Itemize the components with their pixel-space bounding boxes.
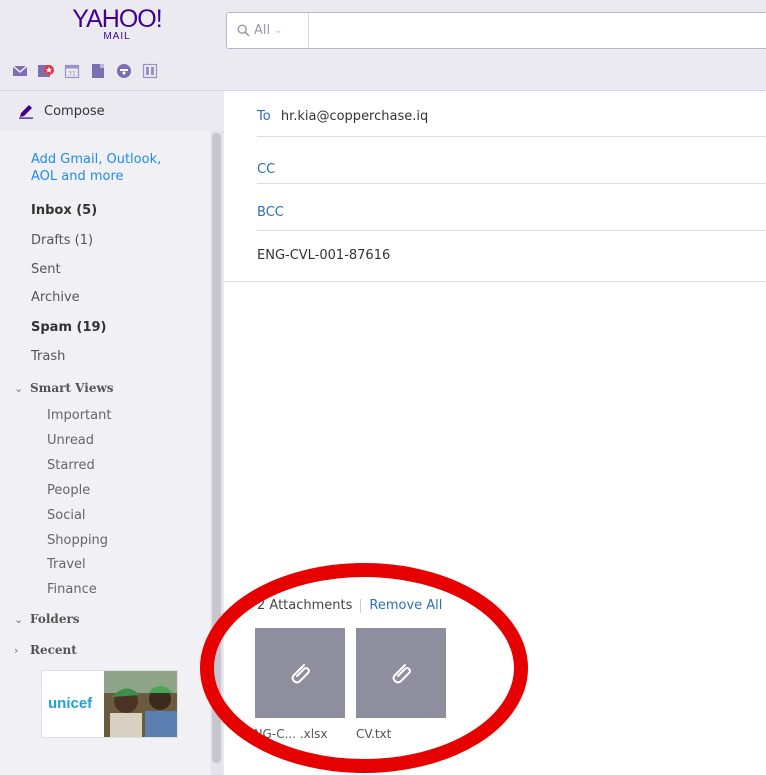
attachments-count: 2 Attachments bbox=[257, 598, 353, 613]
search-icon bbox=[237, 24, 250, 37]
smart-view-starred[interactable]: Starred bbox=[47, 457, 95, 474]
folder-drafts[interactable]: Drafts (1) bbox=[31, 232, 93, 249]
smart-views-label: Smart Views bbox=[30, 381, 114, 395]
ad-text: unicef bbox=[48, 695, 93, 712]
attachments-header: 2 Attachments Remove All bbox=[257, 598, 442, 613]
divider bbox=[257, 136, 766, 137]
bcc-label: BCC bbox=[257, 205, 284, 220]
divider bbox=[257, 230, 766, 231]
chevron-down-icon: ⌄ bbox=[14, 381, 24, 395]
calendar-icon[interactable]: 31 bbox=[64, 63, 80, 79]
compose-pane: To hr.kia@copperchase.iq CC BCC ENG-CVL-… bbox=[224, 91, 766, 775]
search-scope-label: All bbox=[254, 23, 271, 38]
subject-field[interactable]: ENG-CVL-001-87616 bbox=[257, 247, 766, 265]
smart-view-finance[interactable]: Finance bbox=[47, 581, 97, 598]
header: All ⌄ bbox=[224, 0, 766, 90]
smart-view-people[interactable]: People bbox=[47, 482, 90, 499]
left-column: YAHOO! MAIL 31 Compose Add Gmail, Outloo… bbox=[0, 0, 224, 775]
smart-view-social[interactable]: Social bbox=[47, 507, 86, 524]
attachment-tile-2[interactable] bbox=[356, 628, 446, 718]
mail-icon[interactable] bbox=[12, 63, 28, 79]
folder-archive[interactable]: Archive bbox=[31, 289, 80, 306]
divider bbox=[257, 183, 766, 184]
separator bbox=[360, 598, 362, 613]
add-accounts-line-1: Add Gmail, Outlook, bbox=[31, 152, 162, 167]
remove-all-link[interactable]: Remove All bbox=[369, 598, 442, 613]
to-recipient[interactable]: hr.kia@copperchase.iq bbox=[281, 109, 428, 124]
recent-toggle[interactable]: › Recent bbox=[14, 643, 77, 657]
notepad-icon[interactable] bbox=[90, 63, 106, 79]
smart-view-unread[interactable]: Unread bbox=[47, 432, 94, 449]
folders-toggle[interactable]: ⌄ Folders bbox=[14, 612, 80, 626]
cc-label: CC bbox=[257, 162, 276, 177]
yahoo-mail-logo[interactable]: YAHOO! MAIL bbox=[62, 6, 172, 42]
logo-text: YAHOO! bbox=[72, 5, 162, 33]
smart-view-travel[interactable]: Travel bbox=[47, 556, 86, 573]
attachment-name-1: ENG-C... .xlsx bbox=[246, 727, 328, 741]
smart-view-important[interactable]: Important bbox=[47, 407, 111, 424]
pencil-icon bbox=[19, 105, 33, 119]
svg-text:31: 31 bbox=[68, 71, 76, 78]
divider bbox=[224, 281, 766, 282]
app-switcher: 31 bbox=[12, 60, 158, 82]
logo-subtext: MAIL bbox=[103, 31, 131, 42]
unicef-ad[interactable]: unicef bbox=[41, 670, 178, 738]
attachment-tile-1[interactable] bbox=[255, 628, 345, 718]
chevron-down-icon: ⌄ bbox=[274, 25, 283, 36]
subject-value[interactable]: ENG-CVL-001-87616 bbox=[257, 248, 390, 263]
sidebar-scrollbar[interactable] bbox=[211, 131, 223, 775]
folders-section-label: Folders bbox=[30, 612, 80, 626]
search-scope-dropdown[interactable]: All ⌄ bbox=[227, 13, 309, 48]
add-accounts-line-2: AOL and more bbox=[31, 169, 124, 184]
attachment-name-2: CV.txt bbox=[356, 727, 392, 741]
folder-sent[interactable]: Sent bbox=[31, 261, 61, 278]
divider bbox=[0, 90, 224, 91]
recent-section-label: Recent bbox=[30, 643, 77, 657]
newsfeed-icon[interactable] bbox=[142, 63, 158, 79]
bcc-field[interactable]: BCC bbox=[257, 204, 766, 222]
cc-field[interactable]: CC bbox=[257, 161, 766, 179]
folder-trash[interactable]: Trash bbox=[31, 348, 65, 365]
scrollbar-thumb[interactable] bbox=[212, 133, 221, 763]
to-label: To bbox=[257, 109, 271, 124]
chevron-down-icon: ⌄ bbox=[14, 612, 24, 626]
add-accounts-link[interactable]: Add Gmail, Outlook, AOL and more bbox=[31, 151, 161, 185]
smart-view-shopping[interactable]: Shopping bbox=[47, 532, 108, 549]
smart-views-toggle[interactable]: ⌄ Smart Views bbox=[14, 381, 114, 395]
paperclip-icon bbox=[291, 664, 310, 684]
search-input[interactable]: All ⌄ bbox=[226, 12, 766, 49]
folder-inbox[interactable]: Inbox (5) bbox=[31, 202, 97, 219]
contacts-icon[interactable] bbox=[38, 63, 54, 79]
folder-spam[interactable]: Spam (19) bbox=[31, 319, 107, 336]
paperclip-icon bbox=[392, 664, 411, 684]
compose-label: Compose bbox=[44, 103, 105, 119]
to-field[interactable]: To hr.kia@copperchase.iq bbox=[257, 108, 766, 126]
chevron-right-icon: › bbox=[14, 643, 19, 657]
messenger-icon[interactable] bbox=[116, 63, 132, 79]
compose-button[interactable]: Compose bbox=[18, 100, 105, 122]
